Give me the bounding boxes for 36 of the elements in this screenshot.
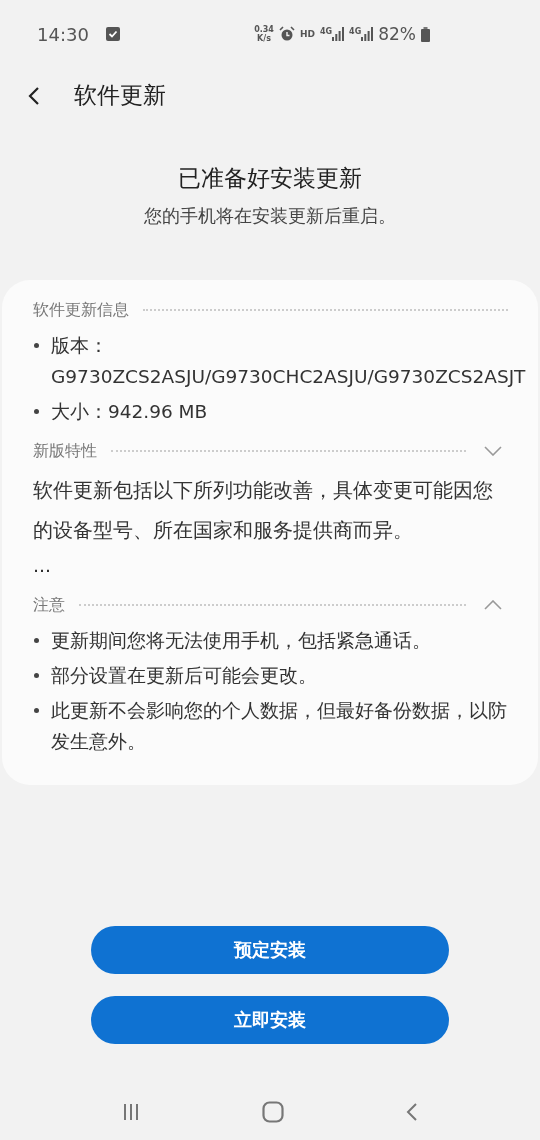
network-speed: 0.34 K/s xyxy=(254,25,274,43)
section-title: 软件更新信息 xyxy=(33,299,129,321)
install-button[interactable]: 立即安装 xyxy=(91,996,449,1044)
section-title: 新版特性 xyxy=(33,440,97,462)
back-icon[interactable] xyxy=(405,1102,420,1122)
more-ellipsis: … xyxy=(33,554,52,578)
checkbox-notification-icon xyxy=(105,27,120,41)
feature-description: 软件更新包括以下所列功能改善，具体变更可能因您的设备型号、所在国家和服务提供商而异。 xyxy=(33,478,494,544)
bullet-icon xyxy=(34,708,39,713)
list-item: 版本：G9730ZCS2ASJU/G9730CHC2ASJU/G9730ZCS2ASJT xyxy=(51,334,526,389)
signal-icon xyxy=(361,27,374,41)
status-time: 14:30 xyxy=(37,23,89,45)
back-icon xyxy=(28,85,40,106)
bullet-icon xyxy=(34,343,39,348)
network-type: 4G xyxy=(319,27,333,36)
list-item: 此更新不会影响您的个人数据，但最好备份数据，以防发生意外。 xyxy=(51,699,508,754)
list-item: 部分设置在更新后可能会更改。 xyxy=(51,664,318,688)
battery-icon xyxy=(421,26,430,42)
update-subtitle: 您的手机将在安装更新后重启。 xyxy=(144,204,396,228)
bullet-icon xyxy=(34,673,39,678)
alarm-icon xyxy=(278,26,295,42)
home-icon[interactable] xyxy=(262,1101,284,1123)
signal-icon xyxy=(332,27,345,41)
chevron-down-icon[interactable] xyxy=(484,446,502,456)
install-button[interactable]: 预定安装 xyxy=(91,926,449,974)
update-heading: 已准备好安装更新 xyxy=(178,164,362,193)
section-title: 注意 xyxy=(33,594,65,616)
bullet-icon xyxy=(34,409,39,414)
list-item: 更新期间您将无法使用手机，包括紧急通话。 xyxy=(51,629,432,653)
page-title: 软件更新 xyxy=(74,81,166,110)
list-item: 大小：942.96 MB xyxy=(51,400,209,424)
battery-level: 82% xyxy=(378,24,416,44)
bullet-icon xyxy=(34,638,39,643)
hd-label: HD xyxy=(299,29,315,39)
network-type: 4G xyxy=(349,27,362,36)
chevron-up-icon[interactable] xyxy=(484,600,502,610)
